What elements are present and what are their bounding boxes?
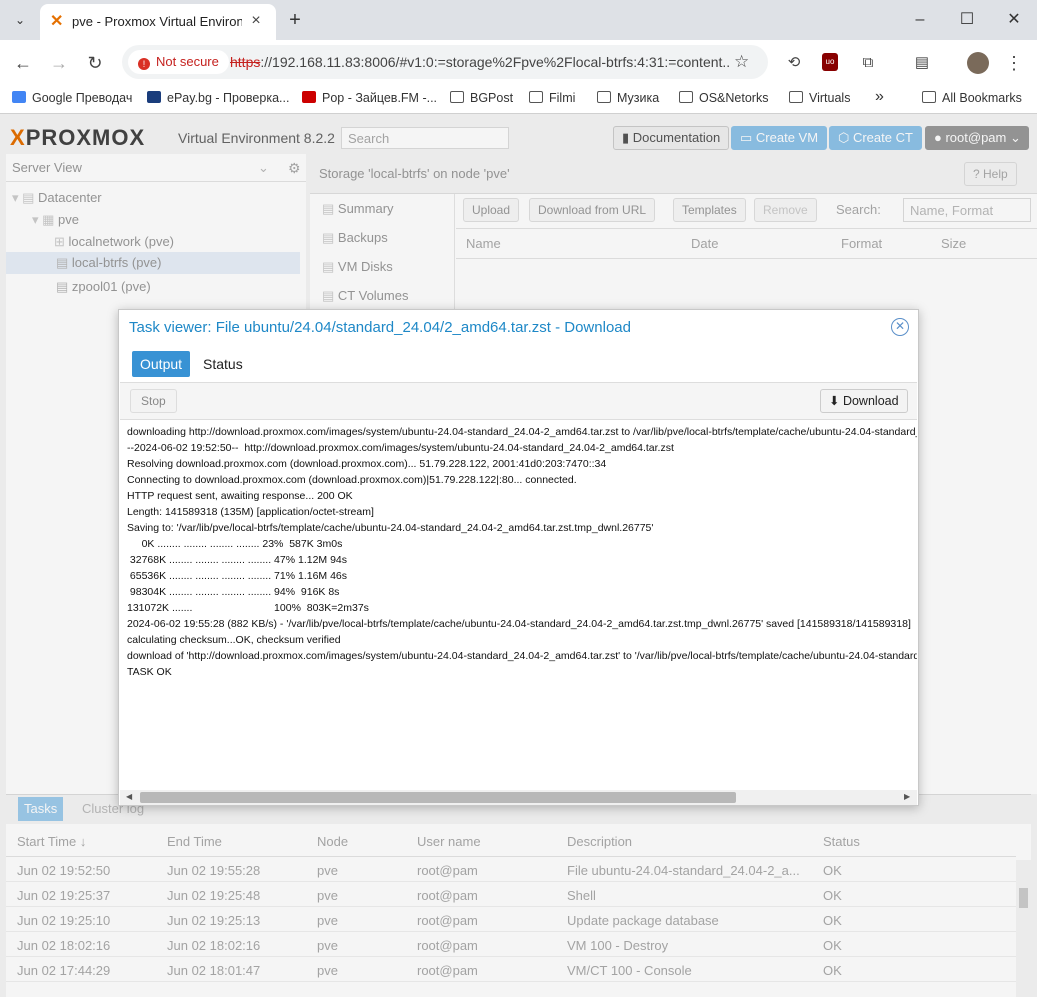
- log-line: 32768K ........ ........ ........ ......…: [127, 554, 348, 566]
- log-line: Saving to: '/var/lib/pve/local-btrfs/tem…: [127, 522, 654, 534]
- browser-tab-strip: ⌄ ✕ pve - Proxmox Virtual Environme × + …: [0, 0, 1037, 40]
- warning-icon: !: [138, 58, 150, 70]
- menu-icon[interactable]: ⋮: [1002, 51, 1026, 75]
- task-viewer-dialog: Task viewer: File ubuntu/24.04/standard_…: [118, 309, 919, 806]
- minimize-icon[interactable]: –: [908, 8, 932, 32]
- bookmark-item[interactable]: Google Преводач: [12, 91, 132, 105]
- ublock-icon[interactable]: uo: [822, 53, 838, 71]
- download-button[interactable]: ⬇ Download: [820, 389, 908, 413]
- log-line: Resolving download.proxmox.com (download…: [127, 458, 607, 470]
- close-window-icon[interactable]: ✕: [1002, 8, 1026, 32]
- bookmark-star-icon[interactable]: ☆: [734, 52, 749, 72]
- log-line: Length: 141589318 (135M) [application/oc…: [127, 506, 374, 518]
- dialog-title: Task viewer: File ubuntu/24.04/standard_…: [129, 319, 631, 336]
- bookmarks-bar: Google Преводач ePay.bg - Проверка... Po…: [0, 86, 1037, 114]
- address-bar[interactable]: ! Not secure https://192.168.11.83:8006/#…: [122, 45, 768, 79]
- log-line: HTTP request sent, awaiting response... …: [127, 490, 353, 502]
- bookmark-folder[interactable]: OS&Netorks: [679, 91, 768, 105]
- new-tab-icon[interactable]: +: [283, 8, 307, 32]
- url-text[interactable]: https://192.168.11.83:8006/#v1:0:=storag…: [230, 54, 730, 70]
- scroll-thumb[interactable]: [140, 792, 736, 803]
- log-line: --2024-06-02 19:52:50-- http://download.…: [127, 442, 674, 454]
- log-line: download of 'http://download.proxmox.com…: [127, 650, 917, 662]
- proxmox-favicon-icon: ✕: [50, 13, 64, 30]
- bookmark-item[interactable]: ePay.bg - Проверка...: [147, 91, 289, 105]
- bookmark-item[interactable]: Pop - Зайцев.FM -...: [302, 91, 437, 105]
- security-chip[interactable]: ! Not secure: [128, 50, 229, 74]
- log-line: Connecting to download.proxmox.com (down…: [127, 474, 577, 486]
- bookmark-folder[interactable]: Filmi: [529, 91, 575, 105]
- log-line: TASK OK: [127, 666, 172, 678]
- log-line: calculating checksum...OK, checksum veri…: [127, 634, 341, 646]
- profile-avatar[interactable]: [967, 52, 989, 74]
- url-scheme: https: [230, 54, 261, 70]
- bookmark-folder[interactable]: Virtuals: [789, 91, 850, 105]
- dialog-toolbar: Stop ⬇ Download: [120, 382, 917, 420]
- url-rest: ://192.168.11.83:8006/#v1:0:=storage%2Fp…: [260, 54, 730, 70]
- bookmark-folder[interactable]: Музика: [597, 91, 659, 105]
- log-line: 2024-06-02 19:55:28 (882 KB/s) - '/var/l…: [127, 618, 911, 630]
- tab-search-icon[interactable]: ⌄: [10, 10, 30, 30]
- scroll-right-icon: ▶: [904, 792, 911, 801]
- log-line: 0K ........ ........ ........ ........ 2…: [127, 538, 343, 550]
- bookmark-folder[interactable]: BGPost: [450, 91, 513, 105]
- reading-list-icon[interactable]: ▤: [910, 51, 934, 75]
- close-icon[interactable]: ✕: [891, 318, 909, 336]
- browser-tab[interactable]: ✕ pve - Proxmox Virtual Environme ×: [40, 4, 276, 40]
- log-line: 65536K ........ ........ ........ ......…: [127, 570, 348, 582]
- download-icon: ⬇: [829, 394, 843, 408]
- extensions-icon[interactable]: ⧉: [856, 51, 880, 75]
- task-log-output: downloading http://download.proxmox.com/…: [127, 424, 917, 786]
- tab-status[interactable]: Status: [203, 351, 243, 377]
- more-bookmarks-icon[interactable]: »: [875, 88, 884, 106]
- browser-toolbar: ← → ↻ ! Not secure https://192.168.11.83:…: [0, 40, 1037, 86]
- tab-output[interactable]: Output: [132, 351, 191, 377]
- forward-icon[interactable]: →: [47, 51, 71, 75]
- stop-button[interactable]: Stop: [130, 389, 177, 413]
- back-icon[interactable]: ←: [11, 51, 35, 75]
- log-horizontal-scrollbar[interactable]: ◀ ▶: [120, 790, 917, 805]
- sync-icon[interactable]: ⟲: [782, 51, 806, 75]
- log-line: 131072K ....... 100% 803K=2m37s: [127, 602, 369, 614]
- security-label: Not secure: [156, 54, 219, 69]
- all-bookmarks[interactable]: All Bookmarks: [922, 91, 1022, 105]
- reload-icon[interactable]: ↻: [83, 51, 107, 75]
- scroll-left-icon: ◀: [126, 792, 133, 801]
- log-line: 98304K ........ ........ ........ ......…: [127, 586, 340, 598]
- tab-title: pve - Proxmox Virtual Environme: [72, 14, 242, 29]
- maximize-icon[interactable]: ☐: [955, 8, 979, 32]
- log-line: downloading http://download.proxmox.com/…: [127, 426, 917, 438]
- tab-close-icon[interactable]: ×: [246, 11, 266, 31]
